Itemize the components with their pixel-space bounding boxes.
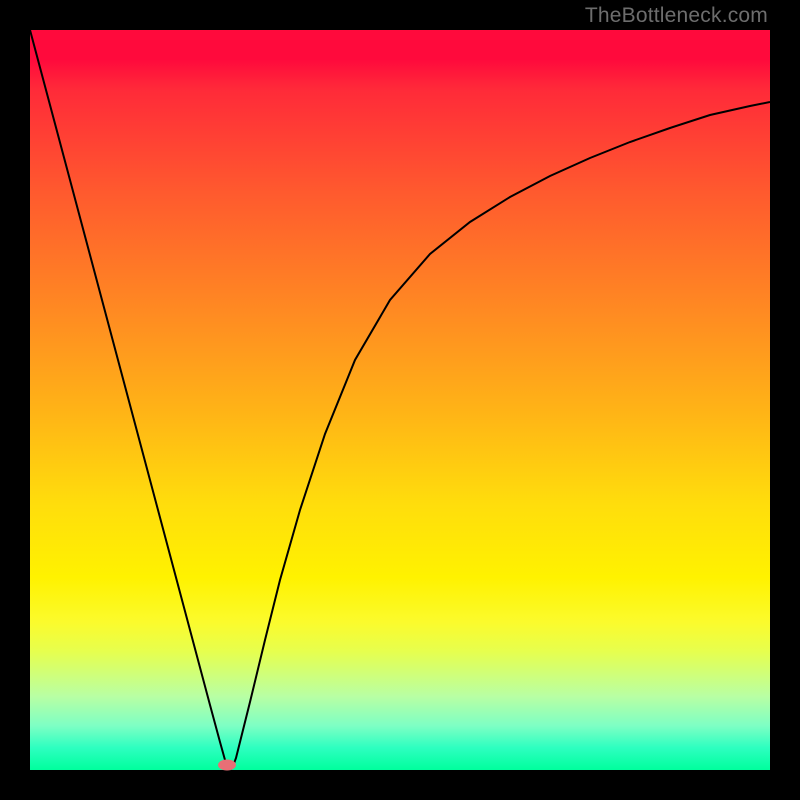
chart-plot-area (30, 30, 770, 770)
watermark-text: TheBottleneck.com (585, 4, 768, 28)
optimal-point-marker (218, 760, 236, 771)
curve-line (30, 30, 770, 770)
bottleneck-curve (30, 30, 770, 770)
